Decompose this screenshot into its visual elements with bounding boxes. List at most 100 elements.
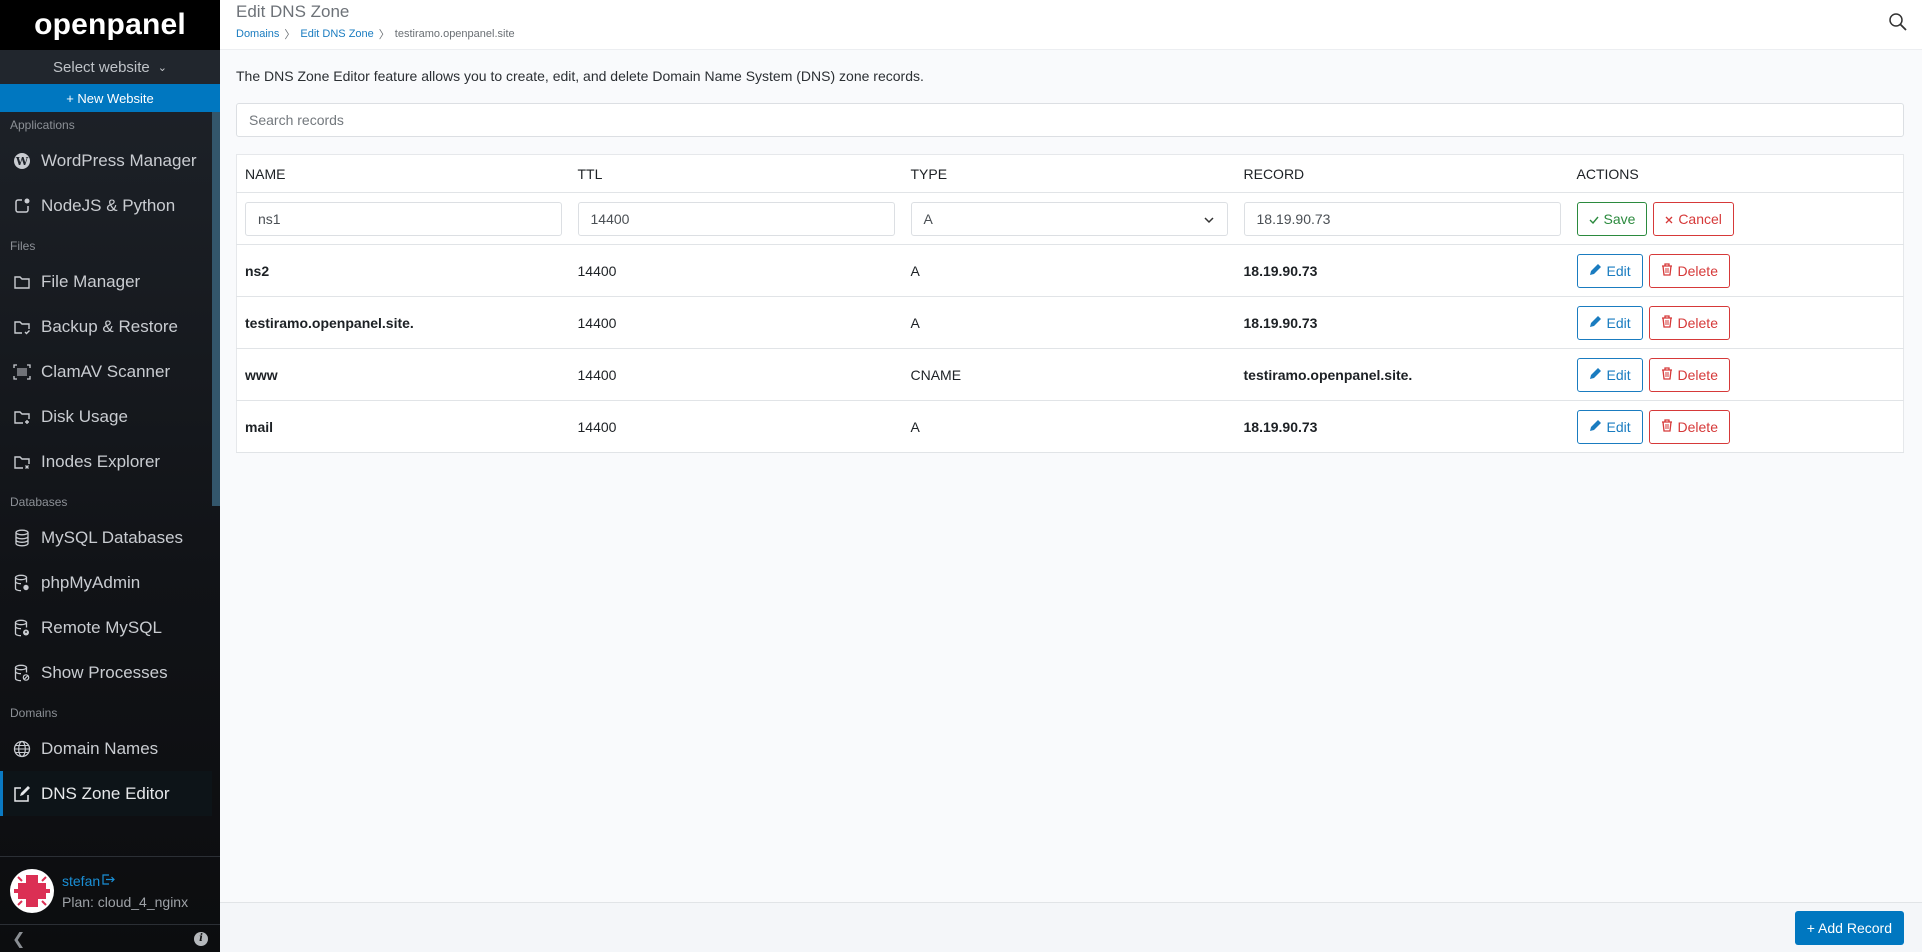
delete-button[interactable]: Delete: [1648, 305, 1730, 340]
sidebar-item-label: File Manager: [41, 271, 141, 291]
breadcrumb-domains[interactable]: Domains: [236, 28, 279, 40]
sidebar-item-remote-mysql[interactable]: Remote MySQL: [0, 605, 212, 650]
type-select[interactable]: A: [910, 201, 1228, 236]
record-type: A: [902, 400, 1236, 453]
cancel-button[interactable]: Cancel: [1653, 201, 1734, 236]
search-icon[interactable]: [1888, 12, 1910, 34]
logo[interactable]: openpanel: [0, 0, 220, 50]
edit-icon: [12, 784, 32, 804]
sidebar-item-label: MySQL Databases: [41, 527, 184, 547]
folder-plus-icon: [12, 407, 32, 427]
record-type: A: [902, 296, 1236, 349]
record-value: 18.19.90.73: [1235, 296, 1569, 349]
column-header-record: RECORD: [1235, 154, 1569, 193]
sidebar-item-backup-restore[interactable]: Backup & Restore: [0, 304, 212, 349]
sidebar-item-label: Remote MySQL: [41, 617, 162, 637]
sidebar-item-wordpress-manager[interactable]: W WordPress Manager: [0, 138, 212, 183]
bottom-bar: + Add Record: [220, 902, 1922, 952]
section-label-applications: Applications: [10, 118, 75, 132]
breadcrumb-edit-dns-zone[interactable]: Edit DNS Zone: [300, 28, 373, 40]
sidebar-item-show-processes[interactable]: Show Processes: [0, 650, 212, 695]
table-row: www 14400 CNAME testiramo.openpanel.site…: [236, 348, 1904, 401]
name-input[interactable]: [245, 201, 562, 236]
column-header-type: TYPE: [902, 154, 1236, 193]
pencil-icon: [1589, 367, 1602, 383]
breadcrumb-separator-icon: 〉: [378, 29, 390, 41]
sidebar-item-label: Inodes Explorer: [41, 451, 161, 471]
sidebar-item-phpmyadmin[interactable]: phpMyAdmin: [0, 560, 212, 605]
delete-button[interactable]: Delete: [1648, 409, 1730, 444]
record-value: 18.19.90.73: [1235, 400, 1569, 453]
sidebar-item-label: ClamAV Scanner: [41, 361, 171, 381]
trash-icon: [1661, 366, 1673, 383]
record-name: mail: [236, 400, 570, 453]
folder-x-icon: [12, 452, 32, 472]
record-name: www: [236, 348, 570, 401]
trash-icon: [1661, 262, 1673, 279]
sidebar-scrollbar[interactable]: [212, 112, 220, 506]
delete-label: Delete: [1677, 314, 1718, 331]
wordpress-icon: W: [12, 151, 32, 171]
record-ttl: 14400: [569, 400, 903, 453]
database-exclamation-icon: [12, 618, 32, 638]
globe-icon: [12, 739, 32, 759]
sidebar-item-label: phpMyAdmin: [41, 572, 141, 592]
sidebar-item-label: NodeJS & Python: [41, 195, 176, 215]
column-header-ttl: TTL: [569, 154, 903, 193]
section-label-domains: Domains: [10, 706, 58, 720]
main-content: Edit DNS Zone Domains 〉 Edit DNS Zone 〉 …: [220, 0, 1922, 952]
page-description: The DNS Zone Editor feature allows you t…: [236, 68, 924, 84]
avatar[interactable]: [10, 868, 54, 913]
sidebar-item-dns-zone-editor[interactable]: DNS Zone Editor: [0, 771, 212, 816]
edit-label: Edit: [1606, 366, 1631, 383]
new-website-button[interactable]: + New Website: [0, 84, 220, 112]
edit-button[interactable]: Edit: [1576, 409, 1643, 444]
sidebar-item-label: WordPress Manager: [41, 150, 197, 170]
record-value: 18.19.90.73: [1235, 244, 1569, 297]
breadcrumb: Domains 〉 Edit DNS Zone 〉 testiramo.open…: [236, 26, 1922, 42]
delete-button[interactable]: Delete: [1648, 357, 1730, 392]
pencil-icon: [1589, 263, 1602, 279]
database-icon: [12, 528, 32, 548]
check-icon: [1589, 211, 1599, 227]
database-cog-icon: [12, 573, 32, 593]
edit-button[interactable]: Edit: [1576, 253, 1643, 288]
delete-button[interactable]: Delete: [1648, 253, 1730, 288]
user-box: stefan Plan: cloud_4_nginx: [0, 856, 220, 924]
trash-icon: [1661, 418, 1673, 435]
sidebar-item-inodes-explorer[interactable]: Inodes Explorer: [0, 439, 212, 484]
table-header-row: NAME TTL TYPE RECORD ACTIONS: [236, 154, 1904, 193]
info-icon[interactable]: i: [194, 931, 208, 946]
sidebar-item-mysql-databases[interactable]: MySQL Databases: [0, 515, 212, 560]
select-website-dropdown[interactable]: Select website ⌄: [0, 50, 220, 84]
ttl-input[interactable]: [577, 201, 895, 236]
table-row-editing: A Save: [236, 192, 1904, 245]
folder-icon: [12, 272, 32, 292]
section-label-databases: Databases: [10, 495, 68, 509]
delete-label: Delete: [1677, 418, 1718, 435]
record-ttl: 14400: [569, 244, 903, 297]
select-website-label: Select website: [53, 58, 150, 76]
add-record-button[interactable]: + Add Record: [1794, 911, 1904, 945]
logout-icon[interactable]: [102, 872, 115, 890]
chevron-down-icon: [1203, 211, 1215, 227]
close-icon: [1665, 211, 1673, 227]
column-header-name: NAME: [236, 154, 570, 193]
delete-label: Delete: [1677, 262, 1718, 279]
sidebar-item-nodejs-python[interactable]: NodeJS & Python: [0, 183, 212, 228]
table-row: testiramo.openpanel.site. 14400 A 18.19.…: [236, 296, 1904, 349]
save-button[interactable]: Save: [1576, 201, 1648, 236]
sidebar-item-domain-names[interactable]: Domain Names: [0, 726, 212, 771]
collapse-sidebar-icon[interactable]: ❮: [12, 929, 25, 949]
breadcrumb-current: testiramo.openpanel.site: [394, 28, 515, 40]
sidebar-item-disk-usage[interactable]: Disk Usage: [0, 394, 212, 439]
column-header-actions: ACTIONS: [1568, 154, 1904, 193]
table-row: mail 14400 A 18.19.90.73 Edit Delete: [236, 400, 1904, 453]
sidebar-item-clamav-scanner[interactable]: ClamAV Scanner: [0, 349, 212, 394]
sidebar-item-file-manager[interactable]: File Manager: [0, 259, 212, 304]
search-records-input[interactable]: [236, 103, 1904, 137]
edit-button[interactable]: Edit: [1576, 305, 1643, 340]
record-input[interactable]: [1243, 201, 1561, 236]
edit-button[interactable]: Edit: [1576, 357, 1643, 392]
username-link[interactable]: stefan: [62, 873, 100, 889]
